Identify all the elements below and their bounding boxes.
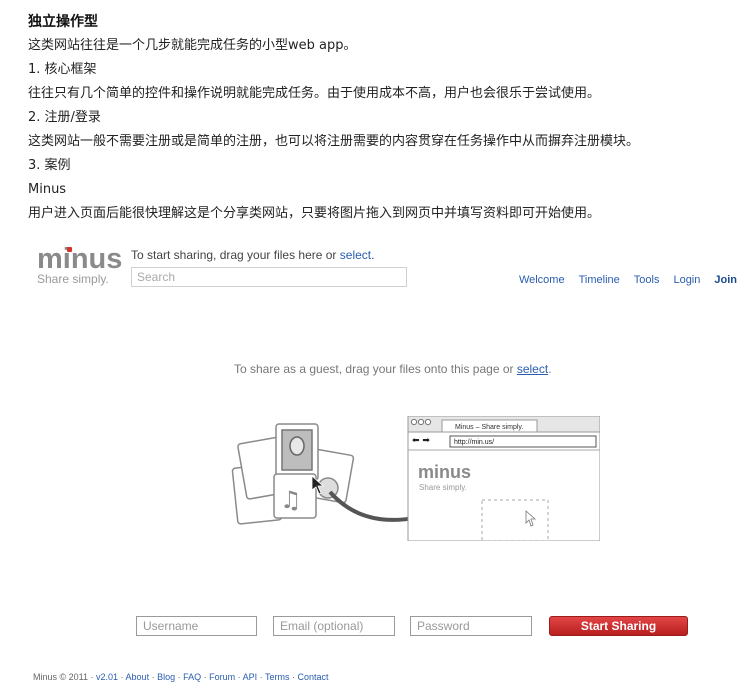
username-field[interactable]	[136, 616, 257, 636]
browser-tagline: Share simply.	[419, 483, 467, 492]
drag-drop-illustration: ♫ Minus – Share simply. ⬅ ➡ http://min.u…	[231, 416, 600, 541]
nav-join[interactable]: Join	[714, 274, 737, 286]
footer-version-link[interactable]: v2.01	[96, 672, 118, 682]
nav-login[interactable]: Login	[673, 274, 700, 286]
case-name: Minus	[28, 182, 67, 197]
section-text-framework: 往往只有几个简单的控件和操作说明就能完成任务。由于使用成本不高，用户也会很乐于尝…	[28, 86, 601, 101]
guest-share-prompt: To share as a guest, drag your files ont…	[234, 362, 552, 376]
footer-api-link[interactable]: API	[243, 672, 258, 682]
case-text: 用户进入页面后能很快理解这是个分享类网站，只要将图片拖入到网页中并填写资料即可开…	[28, 206, 601, 221]
top-share-prompt: To start sharing, drag your files here o…	[131, 248, 375, 262]
nav-timeline[interactable]: Timeline	[579, 274, 620, 286]
top-nav: Welcome Timeline Tools Login Join	[519, 274, 737, 286]
logo-wordmark: minus	[37, 243, 123, 275]
guest-select-link[interactable]: select	[517, 362, 548, 376]
nav-welcome[interactable]: Welcome	[519, 274, 565, 286]
svg-text:♫: ♫	[280, 486, 302, 514]
email-field[interactable]	[273, 616, 395, 636]
article-title: 独立操作型	[28, 14, 98, 30]
footer-blog-link[interactable]: Blog	[157, 672, 175, 682]
logo-dot-icon	[67, 247, 72, 252]
files-stack-icon: ♫	[231, 423, 355, 525]
section-heading-framework: 1. 核心框架	[28, 62, 97, 77]
article: 独立操作型 这类网站往往是一个几步就能完成任务的小型web app。 1. 核心…	[28, 10, 733, 226]
section-heading-register: 2. 注册/登录	[28, 110, 101, 125]
section-text-register: 这类网站一般不需要注册或是简单的注册，也可以将注册需要的内容贯穿在任务操作中从而…	[28, 134, 640, 149]
browser-logo: minus	[418, 462, 471, 482]
svg-text:⬅ ➡: ⬅ ➡	[412, 436, 430, 446]
browser-tab-title: Minus – Share simply.	[455, 424, 523, 431]
browser-window-icon: Minus – Share simply. ⬅ ➡ http://min.us/…	[407, 416, 600, 541]
start-sharing-button[interactable]: Start Sharing	[549, 616, 688, 636]
top-select-link[interactable]: select	[340, 248, 371, 262]
password-field[interactable]	[410, 616, 532, 636]
section-heading-case: 3. 案例	[28, 158, 71, 173]
minus-logo[interactable]: minus Share simply.	[37, 244, 122, 286]
browser-url: http://min.us/	[454, 439, 494, 446]
footer-terms-link[interactable]: Terms	[265, 672, 290, 682]
footer: Minus © 2011 · v2.01 · About · Blog · FA…	[33, 672, 329, 682]
footer-about-link[interactable]: About	[126, 672, 150, 682]
footer-faq-link[interactable]: FAQ	[183, 672, 201, 682]
minus-screenshot: minus Share simply. To start sharing, dr…	[28, 240, 741, 695]
footer-forum-link[interactable]: Forum	[209, 672, 235, 682]
footer-contact-link[interactable]: Contact	[298, 672, 329, 682]
search-input[interactable]	[131, 267, 407, 287]
nav-tools[interactable]: Tools	[634, 274, 660, 286]
article-intro: 这类网站往往是一个几步就能完成任务的小型web app。	[28, 38, 357, 53]
